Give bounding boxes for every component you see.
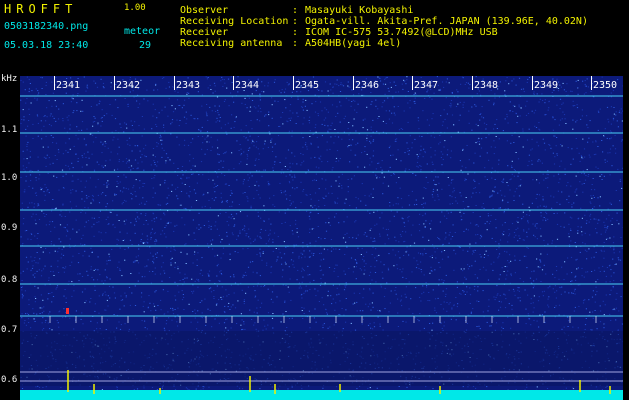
app-logo: HROFFT [4,2,78,16]
antenna-label: Receiving antenna [180,38,283,49]
y-tick-label: 1.0 [1,173,18,183]
baseline-strip [20,390,623,400]
y-tick-label: 0.9 [1,223,18,233]
observer-sep: : [292,5,299,16]
antenna-value: A504HB(yagi 4el) [305,38,402,49]
x-tick-mark [174,76,175,90]
image-filename: 0503182340.png [4,21,89,32]
x-tick-label: 2343 [176,80,201,91]
right-border [623,74,629,400]
x-tick-label: 2346 [355,80,380,91]
x-tick-label: 2350 [593,80,618,91]
app-version: 1.00 [124,3,146,13]
x-tick-mark [114,76,115,90]
x-tick-mark [54,76,55,90]
y-axis: kHz 1.1 1.0 0.9 0.8 0.7 0.6 [0,74,20,400]
meteor-label: meteor [124,26,161,37]
spectrogram-layer [20,76,623,400]
observer-value: Masayuki Kobayashi [305,5,414,16]
location-label: Receiving Location [180,16,289,27]
observer-label: Observer [180,5,229,16]
receiver-value: ICOM IC-575 53.7492(@LCD)MHz USB [305,27,498,38]
receiver-sep: : [292,27,299,38]
y-tick-label: 1.1 [1,125,18,135]
x-tick-mark [472,76,473,90]
location-value: Ogata-vill. Akita-Pref. JAPAN (139.96E, … [305,16,588,27]
x-tick-label: 2349 [534,80,559,91]
meteor-echo [66,308,69,314]
x-tick-label: 2341 [56,80,81,91]
x-tick-mark [412,76,413,90]
y-tick-label: 0.7 [1,325,18,335]
location-sep: : [292,16,299,27]
x-tick-label: 2345 [295,80,320,91]
x-tick-label: 2347 [414,80,439,91]
observation-datetime: 05.03.18 23:40 [4,40,89,51]
x-tick-mark [353,76,354,90]
y-tick-label: 0.8 [1,275,18,285]
x-tick-mark [532,76,533,90]
x-tick-label: 2342 [116,80,141,91]
y-axis-unit: kHz [1,74,18,84]
spectrogram [20,76,623,400]
x-tick-label: 2348 [474,80,499,91]
x-tick-mark [591,76,592,90]
antenna-sep: : [292,38,299,49]
x-tick-label: 2344 [235,80,260,91]
receiver-label: Receiver [180,27,229,38]
y-tick-label: 0.6 [1,375,18,385]
x-tick-mark [233,76,234,90]
header-panel: HROFFT 1.00 0503182340.png meteor 05.03.… [0,0,629,74]
low-freq-region [20,331,623,386]
x-tick-mark [293,76,294,90]
meteor-count: 29 [139,40,152,51]
